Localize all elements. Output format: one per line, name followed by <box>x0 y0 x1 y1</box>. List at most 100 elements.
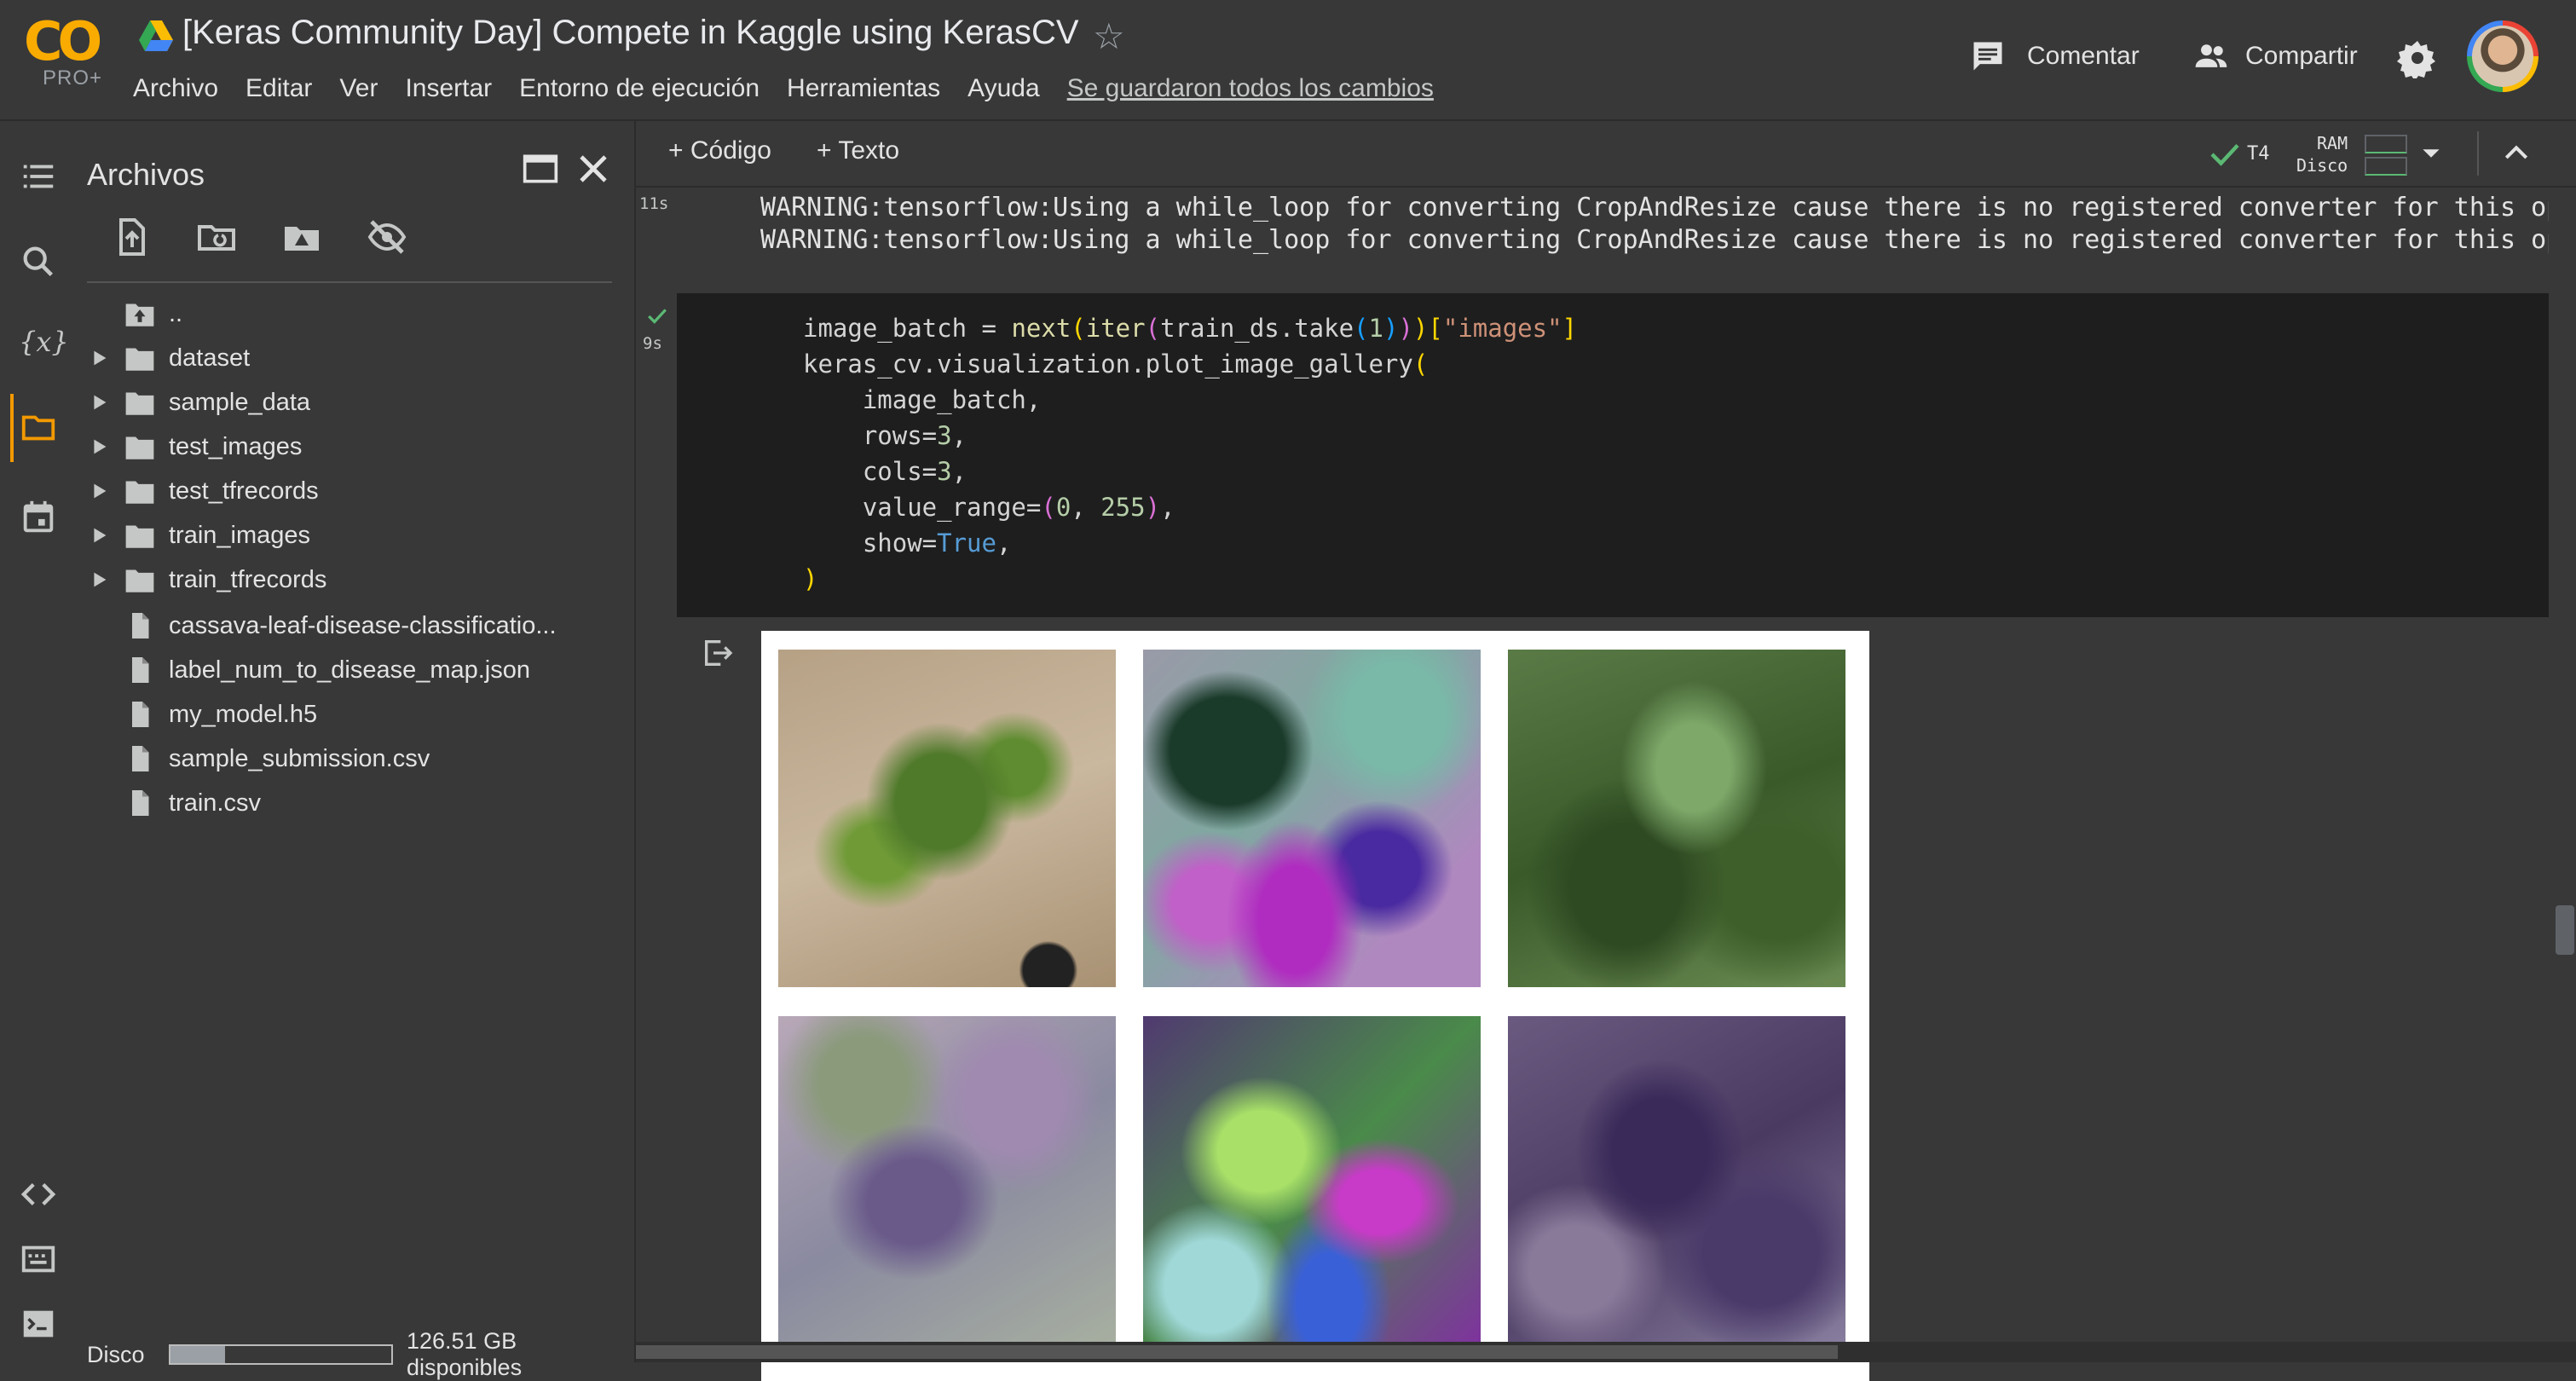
tree-row-folder[interactable]: dataset <box>77 336 634 380</box>
hide-files-icon[interactable] <box>367 217 407 257</box>
share-button[interactable]: Compartir <box>2192 38 2358 75</box>
tree-row-file[interactable]: label_num_to_disease_map.json <box>77 648 634 692</box>
expand-caret-icon[interactable] <box>87 568 111 592</box>
code-cell-editor[interactable]: image_batch = next(iter(train_ds.take(1)… <box>677 293 2549 617</box>
tree-row-folder[interactable]: test_images <box>77 425 634 469</box>
folder-icon <box>125 348 154 371</box>
new-window-icon[interactable] <box>522 150 559 188</box>
variables-icon[interactable]: {x} <box>19 322 69 361</box>
scrollbar-thumb[interactable] <box>636 1345 1838 1359</box>
gear-icon[interactable] <box>2397 38 2438 78</box>
code-text: image_batch = <box>803 314 1012 343</box>
tree-row-file[interactable]: cassava-leaf-disease-classificatio... <box>77 604 634 648</box>
image-gallery-output <box>761 631 1869 1381</box>
code-text: show= <box>803 529 938 558</box>
files-toolbar <box>111 217 407 257</box>
menu-ayuda[interactable]: Ayuda <box>954 74 1054 103</box>
code-paren: ) <box>1412 314 1429 343</box>
left-icon-rail: {x} <box>0 121 77 1362</box>
tree-row-folder[interactable]: train_tfrecords <box>77 558 634 602</box>
comment-label: Comentar <box>2027 42 2140 70</box>
code-line: cols=3, <box>803 457 967 486</box>
code-str: "images" <box>1442 314 1562 343</box>
avatar[interactable] <box>2467 20 2538 92</box>
code-bracket: [ <box>1428 314 1443 343</box>
code-paren: ( <box>1354 314 1369 343</box>
cassava-dark-leaves-image <box>1508 1016 1845 1354</box>
menu-entorno[interactable]: Entorno de ejecución <box>505 74 773 103</box>
expand-caret-icon[interactable] <box>87 390 111 414</box>
terminal-icon[interactable] <box>19 1304 58 1343</box>
tree-row-folder[interactable]: test_tfrecords <box>77 469 634 513</box>
app-header: CO PRO+ [Keras Community Day] Compete in… <box>0 0 2576 121</box>
code-fn: iter <box>1085 314 1146 343</box>
tree-row-folder[interactable]: sample_data <box>77 380 634 425</box>
disk-usage: Disco 126.51 GB disponibles <box>87 1328 634 1381</box>
menu-herramientas[interactable]: Herramientas <box>773 74 954 103</box>
saved-status-link[interactable]: Se guardaron todos los cambios <box>1054 74 1447 103</box>
folder-label: train_images <box>169 521 311 549</box>
runtime-disk-label: Disco <box>2296 155 2348 176</box>
menu-insertar[interactable]: Insertar <box>391 74 505 103</box>
refresh-folder-icon[interactable] <box>196 217 237 257</box>
runtime-status[interactable]: T4 RAM Disco <box>2209 133 2441 176</box>
code-num: 3 <box>937 421 952 450</box>
notebook-title[interactable]: [Keras Community Day] Compete in Kaggle … <box>182 14 1079 52</box>
menu-ver[interactable]: Ver <box>326 74 391 103</box>
code-line: ) <box>803 564 818 593</box>
parent-folder-icon <box>125 303 154 326</box>
file-icon <box>132 702 149 727</box>
disk-meter <box>2365 157 2407 176</box>
menu-archivo[interactable]: Archivo <box>119 74 232 103</box>
menu-editar[interactable]: Editar <box>232 74 326 103</box>
expand-caret-icon[interactable] <box>87 435 111 459</box>
file-icon <box>132 657 149 683</box>
tree-row-file[interactable]: sample_submission.csv <box>77 737 634 781</box>
code-keyword: True <box>937 529 996 558</box>
folder-icon <box>125 481 154 504</box>
expand-caret-icon[interactable] <box>87 346 111 370</box>
colab-logo[interactable]: CO PRO+ <box>24 15 109 101</box>
upload-file-icon[interactable] <box>111 217 152 257</box>
ram-meter <box>2365 135 2407 153</box>
vertical-scrollbar[interactable] <box>2556 905 2574 955</box>
horizontal-scrollbar[interactable] <box>636 1342 2576 1362</box>
add-text-button[interactable]: + Texto <box>817 136 899 165</box>
code-bracket: ] <box>1562 314 1578 343</box>
files-panel: Archivos .. dataset sample_data test_ima… <box>77 121 636 1380</box>
table-of-contents-icon[interactable] <box>19 157 58 196</box>
cassava-inverted-leaves-image <box>1143 1016 1481 1354</box>
folder-icon[interactable] <box>19 407 58 447</box>
output-menu-icon[interactable] <box>701 636 735 670</box>
folder-label: test_tfrecords <box>169 477 319 505</box>
code-snippets-icon[interactable] <box>19 1175 58 1214</box>
tree-row-folder[interactable]: train_images <box>77 513 634 558</box>
exec-time: 9s <box>643 334 662 353</box>
chevron-up-icon[interactable] <box>2499 136 2533 170</box>
close-icon[interactable] <box>573 148 614 189</box>
comment-button[interactable]: Comentar <box>1969 38 2140 75</box>
command-palette-icon[interactable] <box>19 1239 58 1279</box>
mount-drive-icon[interactable] <box>281 217 322 257</box>
code-text: , <box>1071 493 1101 522</box>
tree-row-file[interactable]: train.csv <box>77 781 634 825</box>
star-icon[interactable]: ☆ <box>1093 15 1125 57</box>
code-num: 255 <box>1100 493 1146 522</box>
code-text: , <box>951 457 967 486</box>
code-paren: ( <box>1412 350 1429 378</box>
code-paren: ( <box>1041 493 1056 522</box>
add-code-button[interactable]: + Código <box>668 136 771 165</box>
search-icon[interactable] <box>19 242 58 281</box>
dropdown-arrow-icon[interactable] <box>2421 145 2441 162</box>
ram-label: RAM <box>2317 133 2348 153</box>
expand-caret-icon[interactable] <box>87 523 111 547</box>
file-label: sample_submission.csv <box>169 744 430 772</box>
tree-row-parent[interactable]: .. <box>77 292 634 336</box>
code-fn: next <box>1011 314 1071 343</box>
tree-row-file[interactable]: my_model.h5 <box>77 692 634 737</box>
calendar-icon[interactable] <box>19 498 58 537</box>
code-paren: ( <box>1071 314 1086 343</box>
expand-caret-icon[interactable] <box>87 479 111 503</box>
success-check-icon <box>648 309 667 324</box>
cassava-purple-leaves-image <box>778 1016 1116 1354</box>
